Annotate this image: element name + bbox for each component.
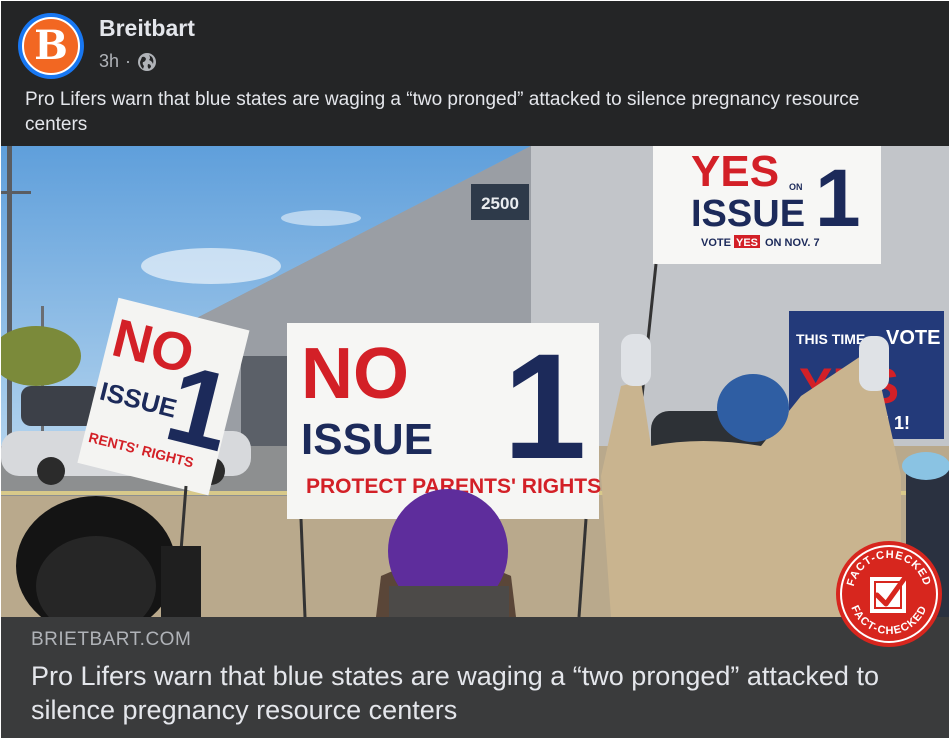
page-name-link[interactable]: Breitbart	[99, 15, 195, 42]
top-right-sign-middle: ISSUE	[691, 193, 805, 235]
protest-photo: 2500 NO ISSUE 1 RENTS' RIGHTS NO ISSUE 1…	[1, 146, 949, 617]
right-sign-top: THIS TIME	[796, 331, 865, 347]
center-sign-number: 1	[503, 322, 586, 490]
globe-icon[interactable]	[137, 52, 157, 72]
right-sign-vote: VOTE	[886, 327, 940, 349]
top-right-sign-on: ON	[789, 182, 803, 192]
facebook-post: B Breitbart 3h · Pro Lifers warn that bl…	[1, 1, 949, 738]
meta-separator: ·	[125, 51, 132, 71]
top-right-sign-top: YES	[691, 147, 779, 196]
link-preview-footer[interactable]: BRIETBART.COM Pro Lifers warn that blue …	[1, 617, 949, 738]
link-domain: BRIETBART.COM	[31, 629, 192, 650]
checkbox-check-icon	[870, 569, 912, 613]
logo-letter: B	[34, 22, 68, 69]
breitbart-logo: B	[22, 17, 80, 75]
page-avatar[interactable]: B	[18, 13, 84, 79]
link-headline[interactable]: Pro Lifers warn that blue states are wag…	[31, 659, 931, 727]
post-message: Pro Lifers warn that blue states are wag…	[25, 89, 860, 135]
top-right-sign-number: 1	[815, 153, 861, 244]
building-number: 2500	[481, 194, 519, 213]
post-timestamp[interactable]: 3h	[99, 51, 119, 72]
link-preview-image[interactable]: 2500 NO ISSUE 1 RENTS' RIGHTS NO ISSUE 1…	[1, 146, 949, 617]
center-sign-top: NO	[301, 334, 409, 414]
top-right-sign-yes: YES	[736, 237, 758, 249]
top-right-sign-vote: VOTE	[701, 237, 731, 249]
post-meta: 3h ·	[99, 51, 157, 72]
center-sign-middle: ISSUE	[301, 415, 433, 464]
fact-checked-badge: FACT-CHECKED FACT-CHECKED	[836, 541, 942, 647]
top-right-sign-date: ON NOV. 7	[765, 237, 820, 249]
